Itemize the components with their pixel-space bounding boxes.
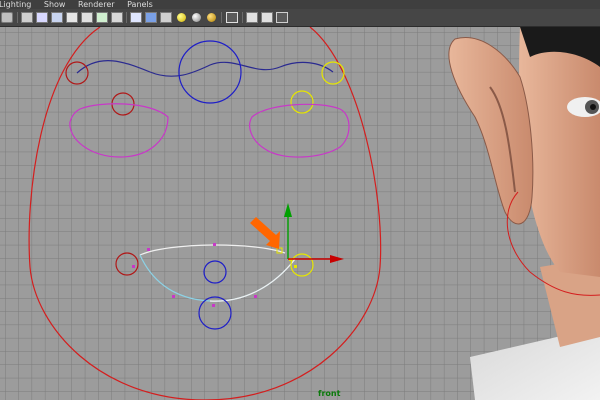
menu-bar: Lighting Show Renderer Panels [0,0,600,9]
lip-cv-point[interactable] [294,265,297,268]
pupil-mesh [590,104,596,110]
camera-icon[interactable] [1,12,13,23]
texture-T-icon[interactable] [96,12,108,23]
cube-icon[interactable] [130,12,142,23]
smooth-cube-icon[interactable] [145,12,157,23]
light-ball-icon[interactable] [177,13,186,22]
toolbar-separator [126,12,127,23]
isolate-icon[interactable] [246,12,258,23]
cube-outline-icon[interactable] [160,12,172,23]
toolbar-separator [242,12,243,23]
lip-cv-point[interactable] [147,248,150,251]
xray-icon[interactable] [261,12,273,23]
select-icon[interactable] [226,12,238,23]
textured-icon[interactable] [81,12,93,23]
toolbar-separator [221,12,222,23]
toolbar-separator [17,12,18,23]
menu-lighting[interactable]: Lighting [0,0,31,9]
viewport-toolbar [0,9,600,27]
wireframe-icon[interactable] [51,12,63,23]
lip-cv-point[interactable] [132,265,135,268]
front-viewport[interactable]: front [0,27,600,400]
bookmark-icon[interactable] [21,12,33,23]
menu-panels[interactable]: Panels [127,0,153,9]
menu-show[interactable]: Show [44,0,66,9]
share-icon[interactable] [276,12,288,23]
lip-cv-point[interactable] [213,243,216,246]
light-ball-3-icon[interactable] [207,13,216,22]
lip-cv-point[interactable] [254,295,257,298]
grid-icon[interactable] [36,12,48,23]
texture-T-icon-2[interactable] [111,12,123,23]
camera-label: front [318,389,341,398]
menu-renderer[interactable]: Renderer [78,0,115,9]
viewport-scene [0,27,600,400]
shaded-icon[interactable] [66,12,78,23]
light-ball-2-icon[interactable] [192,13,201,22]
lip-cv-point[interactable] [172,295,175,298]
lip-cv-point[interactable] [212,304,215,307]
